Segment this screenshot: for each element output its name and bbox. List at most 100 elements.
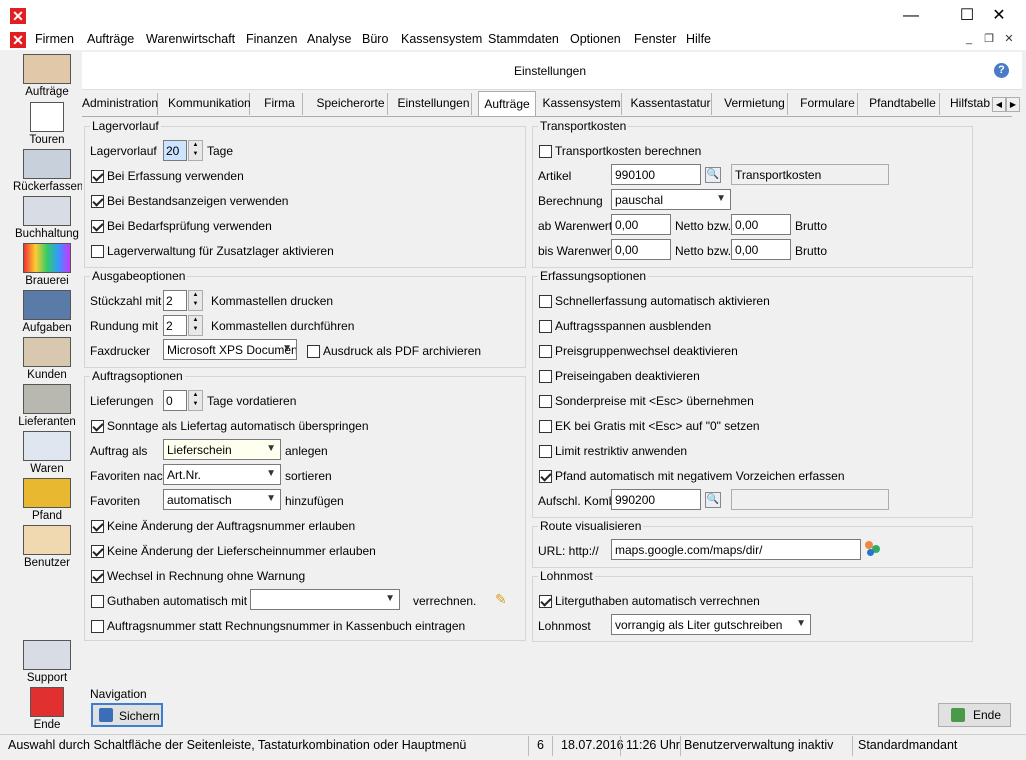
lookup-icon[interactable]: 🔍	[705, 492, 721, 508]
bis-netto-input[interactable]: 0,00	[611, 239, 671, 260]
group-auftragsoptionen: Auftragsoptionen Lieferungen 0 ▲ ▼ Tage v…	[84, 369, 526, 641]
save-button[interactable]: Sichern	[91, 703, 163, 727]
sidebar-item-auftraege[interactable]: Aufträge	[13, 54, 81, 98]
mdi-minimize-button[interactable]: _	[962, 32, 976, 46]
pencil-icon[interactable]: ✎	[495, 591, 507, 608]
minimize-button[interactable]: —	[888, 0, 934, 32]
erfassung-checkbox[interactable]	[91, 170, 104, 183]
chevron-down-icon: ▼	[266, 468, 276, 479]
menu-finanzen[interactable]: Finanzen	[246, 32, 297, 46]
sidebar-item-waren[interactable]: Waren	[13, 431, 81, 475]
lieferscheinnummer-checkbox[interactable]	[91, 545, 104, 558]
menu-optionen[interactable]: Optionen	[570, 32, 621, 46]
menu-firmen[interactable]: Firmen	[35, 32, 74, 46]
tab-speicherorte[interactable]: Speicherorte	[314, 93, 388, 115]
auftrag-als-select[interactable]: Lieferschein ▼	[163, 439, 281, 460]
guthaben-select[interactable]: ▼	[250, 589, 400, 610]
favoriten-select[interactable]: automatisch ▼	[163, 489, 281, 510]
url-input[interactable]: maps.google.com/maps/dir/	[611, 539, 861, 560]
schnellerfassung-checkbox[interactable]	[539, 295, 552, 308]
headset-icon	[23, 54, 71, 84]
tab-kassensystem[interactable]: Kassensystem	[542, 93, 622, 115]
tab-scroll-left-icon[interactable]: ◀	[992, 97, 1006, 112]
tab-kommunikation[interactable]: Kommunikation	[168, 93, 251, 115]
floppy-icon	[99, 708, 113, 722]
tab-hilfstab[interactable]: Hilfstab	[948, 93, 992, 115]
tab-auftraege[interactable]: Aufträge	[478, 91, 536, 117]
menu-hilfe[interactable]: Hilfe	[686, 32, 711, 46]
group-lohnmost: Lohnmost Literguthaben automatisch verre…	[532, 569, 973, 642]
auftragsspannen-checkbox[interactable]	[539, 320, 552, 333]
menu-auftraege[interactable]: Aufträge	[87, 32, 134, 46]
transportkosten-checkbox[interactable]	[539, 145, 552, 158]
calendar-icon	[30, 102, 64, 132]
sidebar-item-pfand[interactable]: Pfand	[13, 478, 81, 522]
artikel-input[interactable]: 990100	[611, 164, 701, 185]
chevron-down-icon: ▼	[282, 343, 292, 354]
favoriten-sort-select[interactable]: Art.Nr. ▼	[163, 464, 281, 485]
berechnung-select[interactable]: pauschal ▼	[611, 189, 731, 210]
sonderpreise-checkbox[interactable]	[539, 395, 552, 408]
lookup-icon[interactable]: 🔍	[705, 167, 721, 183]
sidebar-item-ende[interactable]: Ende	[13, 687, 81, 731]
tab-scroll-right-icon[interactable]: ▶	[1006, 97, 1020, 112]
close-button[interactable]: ✕	[976, 0, 1022, 32]
preisgruppenwechsel-checkbox[interactable]	[539, 345, 552, 358]
kassenbuch-checkbox[interactable]	[91, 620, 104, 633]
mdi-restore-button[interactable]: ❐	[982, 32, 996, 46]
tab-firma[interactable]: Firma	[257, 93, 303, 115]
ab-netto-input[interactable]: 0,00	[611, 214, 671, 235]
tab-pfandtabelle[interactable]: Pfandtabelle	[866, 93, 940, 115]
tab-kassentastatur[interactable]: Kassentastatur	[630, 93, 712, 115]
rundung-spinner[interactable]: 2 ▲ ▼	[163, 315, 203, 336]
lagervorlauf-label: Lagervorlauf	[90, 144, 157, 158]
menu-warenwirtschaft[interactable]: Warenwirtschaft	[146, 32, 235, 46]
limit-checkbox[interactable]	[539, 445, 552, 458]
guthaben-checkbox[interactable]	[91, 595, 104, 608]
sidebar-item-buchhaltung[interactable]: Buchhaltung	[13, 196, 81, 240]
status-count: 6	[537, 738, 544, 752]
lagervorlauf-spinner[interactable]: 20 ▲ ▼	[163, 140, 203, 161]
sidebar-item-lieferanten[interactable]: Lieferanten	[13, 384, 81, 428]
menu-stammdaten[interactable]: Stammdaten	[488, 32, 559, 46]
sidebar-item-benutzer[interactable]: Benutzer	[13, 525, 81, 569]
sonntage-checkbox[interactable]	[91, 420, 104, 433]
sidebar-item-aufgaben[interactable]: Aufgaben	[13, 290, 81, 334]
auftragsnummer-checkbox[interactable]	[91, 520, 104, 533]
menu-analyse[interactable]: Analyse	[307, 32, 351, 46]
tab-formulare[interactable]: Formulare	[798, 93, 858, 115]
bestandsanzeigen-checkbox[interactable]	[91, 195, 104, 208]
group-transportkosten: Transportkosten Transportkosten berechne…	[532, 119, 973, 268]
sidebar-item-kunden[interactable]: Kunden	[13, 337, 81, 381]
preiseingaben-checkbox[interactable]	[539, 370, 552, 383]
ab-brutto-input[interactable]: 0,00	[731, 214, 791, 235]
lohnmost-select[interactable]: vorrangig als Liter gutschreiben ▼	[611, 614, 811, 635]
pdf-archiv-checkbox[interactable]	[307, 345, 320, 358]
zusatzlager-checkbox[interactable]	[91, 245, 104, 258]
maps-icon[interactable]	[865, 541, 881, 557]
help-icon[interactable]: ?	[994, 63, 1009, 78]
wechsel-rechnung-checkbox[interactable]	[91, 570, 104, 583]
stueckzahl-spinner[interactable]: 2 ▲ ▼	[163, 290, 203, 311]
literguthaben-checkbox[interactable]	[539, 595, 552, 608]
pfand-negativ-checkbox[interactable]	[539, 470, 552, 483]
doc-icon[interactable]: ✕	[10, 32, 26, 48]
lieferungen-spinner[interactable]: 0 ▲ ▼	[163, 390, 203, 411]
bis-brutto-input[interactable]: 0,00	[731, 239, 791, 260]
mdi-close-button[interactable]: ✕	[1002, 32, 1016, 46]
sidebar-item-support[interactable]: Support	[13, 640, 81, 684]
menu-fenster[interactable]: Fenster	[634, 32, 676, 46]
faxdrucker-select[interactable]: Microsoft XPS Documen ▼	[163, 339, 297, 360]
menu-buero[interactable]: Büro	[362, 32, 388, 46]
sidebar-item-rueckerfassen[interactable]: Rückerfassen	[13, 149, 83, 193]
menu-kassensystem[interactable]: Kassensystem	[401, 32, 482, 46]
kombi-input[interactable]: 990200	[611, 489, 701, 510]
tab-administration[interactable]: Administration	[82, 93, 158, 115]
sidebar-item-touren[interactable]: Touren	[13, 102, 81, 146]
end-button[interactable]: Ende	[938, 703, 1011, 727]
sidebar-item-brauerei[interactable]: Brauerei	[13, 243, 81, 287]
tab-einstellungen[interactable]: Einstellungen	[396, 93, 472, 115]
bedarfspruefung-checkbox[interactable]	[91, 220, 104, 233]
ek-gratis-checkbox[interactable]	[539, 420, 552, 433]
tab-vermietung[interactable]: Vermietung	[722, 93, 788, 115]
